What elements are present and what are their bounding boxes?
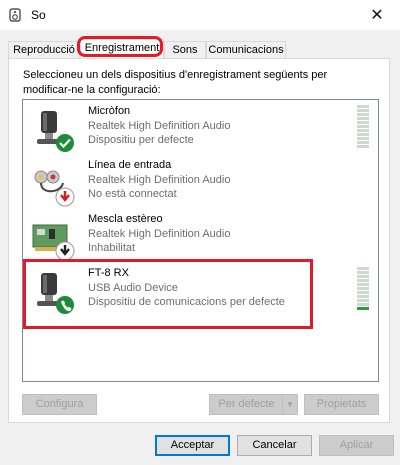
properties-button[interactable]: Propietats bbox=[304, 394, 379, 415]
close-icon: ✕ bbox=[370, 7, 384, 24]
device-status: No està connectat bbox=[88, 188, 177, 200]
default-check-badge bbox=[56, 134, 74, 152]
window-title: So bbox=[31, 8, 46, 22]
instruction-text: Seleccioneu un dels dispositius d'enregi… bbox=[23, 69, 328, 96]
list-item[interactable]: Micròfon Realtek High Definition Audio D… bbox=[23, 103, 378, 157]
device-driver: Realtek High Definition Audio bbox=[88, 228, 231, 240]
speaker-icon bbox=[9, 8, 21, 22]
device-name: Línea de entrada bbox=[88, 159, 172, 171]
list-item[interactable]: Mescla estèreo Realtek High Definition A… bbox=[23, 211, 378, 265]
device-status: Dispositiu per defecte bbox=[88, 134, 194, 146]
device-name: Mescla estèreo bbox=[88, 213, 163, 225]
tab-annotation-highlight bbox=[77, 36, 163, 57]
level-meter bbox=[357, 267, 369, 313]
cancel-button[interactable]: Cancelar bbox=[237, 435, 312, 456]
microphone-icon bbox=[37, 111, 74, 152]
level-meter bbox=[357, 105, 369, 151]
list-item[interactable]: Línea de entrada Realtek High Definition… bbox=[23, 157, 378, 211]
title-bar: So ✕ bbox=[0, 0, 400, 30]
apply-button[interactable]: Aplicar bbox=[319, 435, 394, 456]
set-default-button[interactable]: Per defecte ▼ bbox=[209, 394, 298, 415]
device-driver: Realtek High Definition Audio bbox=[88, 174, 231, 186]
device-annotation-highlight bbox=[23, 259, 313, 329]
chevron-down-icon[interactable]: ▼ bbox=[282, 395, 297, 414]
recording-panel: Seleccioneu un dels dispositius d'enregi… bbox=[8, 58, 390, 423]
tab-sounds[interactable]: Sons bbox=[164, 41, 206, 59]
configure-button[interactable]: Configura bbox=[22, 394, 97, 415]
sound-card-icon bbox=[32, 224, 75, 261]
device-driver: Realtek High Definition Audio bbox=[88, 120, 231, 132]
line-in-cable-icon bbox=[34, 170, 75, 207]
tab-playback[interactable]: Reproducció bbox=[8, 41, 80, 59]
close-button[interactable]: ✕ bbox=[354, 0, 400, 30]
ok-button[interactable]: Acceptar bbox=[155, 435, 230, 456]
device-status: Inhabilitat bbox=[88, 242, 136, 254]
tab-communications[interactable]: Comunicacions bbox=[206, 41, 286, 59]
device-list[interactable]: Micròfon Realtek High Definition Audio D… bbox=[22, 99, 379, 382]
device-name: Micròfon bbox=[88, 105, 131, 117]
